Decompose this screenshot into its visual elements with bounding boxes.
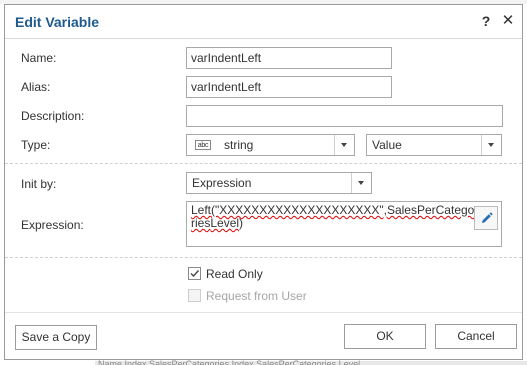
pencil-icon: [482, 212, 493, 223]
edit-variable-dialog: Edit Variable ? ✕ Name: varIndentLeft Al…: [4, 4, 523, 360]
type-select-value: string: [224, 138, 254, 152]
expression-label: Expression:: [21, 218, 84, 232]
chevron-down-icon: [351, 173, 371, 193]
chevron-down-icon: [334, 135, 354, 155]
init-by-select-value: Expression: [192, 176, 252, 190]
string-type-icon: abc: [195, 140, 211, 150]
expression-suffix: ): [239, 216, 244, 230]
expression-text: Left("XXXXXXXXXXXXXXXXXXXX",SalesPerCate…: [191, 204, 475, 244]
kind-select[interactable]: Value: [366, 134, 502, 156]
save-a-copy-button[interactable]: Save a Copy: [15, 325, 97, 350]
cancel-button[interactable]: Cancel: [435, 324, 517, 349]
description-input[interactable]: [186, 105, 503, 127]
checkmark-icon: [190, 270, 200, 278]
init-by-select[interactable]: Expression: [186, 172, 372, 194]
name-label: Name:: [21, 51, 57, 65]
separator: [5, 257, 522, 259]
expression-error-2: Level: [210, 216, 240, 230]
dialog-title: Edit Variable: [15, 14, 100, 30]
description-label: Description:: [21, 109, 85, 123]
name-input[interactable]: varIndentLeft: [186, 47, 392, 69]
footer-separator: [5, 312, 522, 314]
init-by-label: Init by:: [21, 177, 57, 191]
help-icon[interactable]: ?: [477, 12, 495, 30]
expression-editor[interactable]: Left("XXXXXXXXXXXXXXXXXXXX",SalesPerCate…: [186, 201, 502, 247]
close-icon[interactable]: ✕: [499, 12, 517, 30]
read-only-label: Read Only: [206, 267, 263, 281]
request-from-user-label: Request from User: [206, 289, 307, 303]
read-only-checkbox[interactable]: [188, 267, 201, 280]
separator: [5, 163, 522, 165]
request-from-user-checkbox[interactable]: [188, 289, 201, 302]
chevron-down-icon: [481, 135, 501, 155]
alias-input[interactable]: varIndentLeft: [186, 76, 392, 98]
kind-select-value: Value: [372, 138, 402, 152]
edit-expression-button[interactable]: [474, 206, 498, 230]
type-label: Type:: [21, 138, 51, 152]
alias-label: Alias:: [21, 80, 51, 94]
ok-button[interactable]: OK: [344, 324, 426, 349]
type-select[interactable]: abc string: [186, 134, 355, 156]
title-bar: Edit Variable ? ✕: [5, 5, 522, 39]
